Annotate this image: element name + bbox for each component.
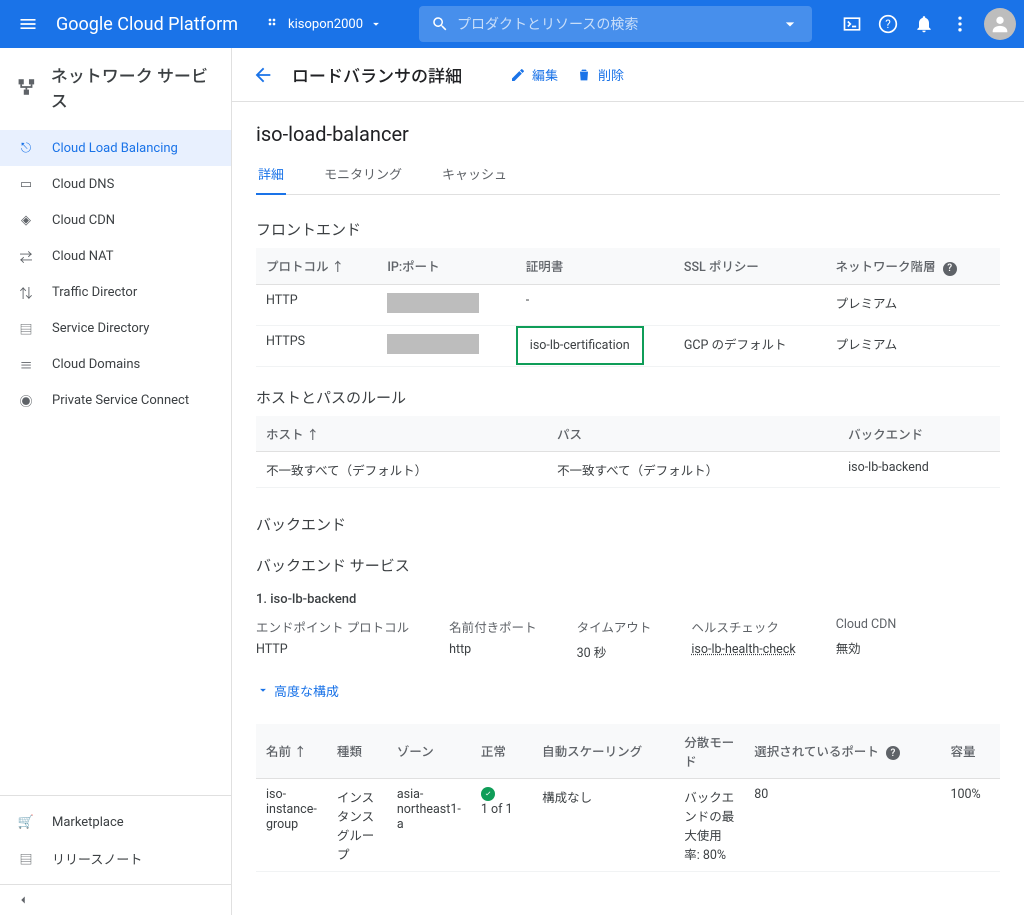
certificate-highlight[interactable]: iso-lb-certification (516, 326, 644, 365)
sidebar-collapse[interactable] (0, 884, 231, 915)
pencil-icon (510, 67, 526, 83)
sidebar-item-cloud-cdn[interactable]: ◈Cloud CDN (0, 202, 231, 238)
sidebar-item-cloud-nat[interactable]: ⇄Cloud NAT (0, 238, 231, 274)
traffic-icon: ⇅ (16, 283, 36, 302)
tab-bar: 詳細 モニタリング キャッシュ (256, 164, 1000, 195)
load-balancing-icon: ⎋ (16, 141, 36, 156)
tab-cache[interactable]: キャッシュ (440, 164, 509, 194)
sidebar-item-traffic-director[interactable]: ⇅Traffic Director (0, 274, 231, 310)
hostpath-table: ホスト ↑ パス バックエンド 不一致すべて（デフォルト） 不一致すべて（デフォ… (256, 416, 1000, 488)
directory-icon: ▤ (16, 319, 36, 338)
domains-icon: ≡ (16, 355, 36, 374)
frontend-table: プロトコル ↑ IP:ポート 証明書 SSL ポリシー ネットワーク階層 ? H… (256, 248, 1000, 367)
cloud-shell-icon[interactable] (840, 12, 864, 36)
topbar: Google Cloud Platform kisopon2000 ? (0, 0, 1024, 48)
backend-instances-table: 名前 ↑ 種類 ゾーン 正常 自動スケーリング 分散モード 選択されているポート… (256, 724, 1000, 872)
sidebar-item-service-directory[interactable]: ▤Service Directory (0, 310, 231, 346)
table-row: iso-instance-group インスタンス グループ asia-nort… (256, 778, 1000, 871)
sidebar-item-release-notes[interactable]: ▤リリースノート (0, 840, 231, 876)
caret-down-icon (369, 17, 383, 31)
redacted-ip (387, 334, 479, 354)
tab-monitoring[interactable]: モニタリング (322, 164, 404, 194)
backend-service-name: 1. iso-lb-backend (256, 592, 1000, 607)
marketplace-icon: 🛒 (16, 815, 36, 830)
sidebar: ネットワーク サービス ⎋Cloud Load Balancing ▭Cloud… (0, 48, 232, 915)
advanced-config-toggle[interactable]: 高度な構成 (256, 681, 1000, 700)
dns-icon: ▭ (16, 177, 36, 192)
redacted-ip (387, 293, 479, 313)
help-icon[interactable]: ? (886, 746, 900, 760)
sidebar-item-cloud-domains[interactable]: ≡Cloud Domains (0, 346, 231, 382)
chevron-down-icon (256, 683, 270, 697)
table-row: HTTP - プレミアム (256, 284, 1000, 325)
search-box[interactable] (419, 6, 812, 42)
chevron-left-icon (16, 893, 30, 907)
search-icon (431, 15, 449, 33)
project-name: kisopon2000 (288, 17, 363, 32)
nat-icon: ⇄ (16, 247, 36, 266)
back-button[interactable] (252, 64, 274, 86)
table-row: 不一致すべて（デフォルト） 不一致すべて（デフォルト） iso-lb-backe… (256, 451, 1000, 487)
project-picker[interactable]: kisopon2000 (258, 12, 391, 36)
psc-icon: ◉ (16, 391, 36, 410)
sidebar-item-marketplace[interactable]: 🛒Marketplace (0, 804, 231, 840)
sidebar-header: ネットワーク サービス (0, 48, 231, 126)
more-icon[interactable] (948, 12, 972, 36)
cdn-icon: ◈ (16, 213, 36, 228)
frontend-title: フロントエンド (256, 219, 1000, 240)
help-icon[interactable]: ? (943, 262, 957, 276)
page-title: ロードバランサの詳細 (292, 62, 462, 87)
sidebar-item-private-service-connect[interactable]: ◉Private Service Connect (0, 382, 231, 418)
backend-service-title: バックエンド サービス (256, 555, 1000, 576)
search-input[interactable] (457, 16, 772, 32)
healthy-icon (481, 787, 495, 801)
account-avatar[interactable] (984, 8, 1016, 40)
edit-button[interactable]: 編集 (510, 65, 558, 84)
notes-icon: ▤ (16, 849, 36, 868)
lb-name: iso-load-balancer (256, 122, 1000, 146)
delete-button[interactable]: 削除 (576, 65, 624, 84)
nav-menu-button[interactable] (8, 4, 48, 44)
main-content: ロードバランサの詳細 編集 削除 iso-load-balancer 詳細 モニ… (232, 48, 1024, 915)
tab-details[interactable]: 詳細 (256, 164, 286, 195)
svg-text:?: ? (885, 17, 891, 31)
network-services-icon (16, 76, 37, 98)
chevron-down-icon[interactable] (780, 14, 800, 34)
table-row: HTTPS iso-lb-certification GCP のデフォルト プレ… (256, 325, 1000, 366)
sidebar-item-cloud-dns[interactable]: ▭Cloud DNS (0, 166, 231, 202)
gcp-title: Google Cloud Platform (56, 14, 238, 35)
notifications-icon[interactable] (912, 12, 936, 36)
help-icon[interactable]: ? (876, 12, 900, 36)
health-check-link[interactable]: iso-lb-health-check (691, 642, 795, 657)
sidebar-item-load-balancing[interactable]: ⎋Cloud Load Balancing (0, 130, 231, 166)
trash-icon (576, 67, 592, 83)
hostpath-title: ホストとパスのルール (256, 387, 1000, 408)
backend-title: バックエンド (256, 514, 1000, 535)
